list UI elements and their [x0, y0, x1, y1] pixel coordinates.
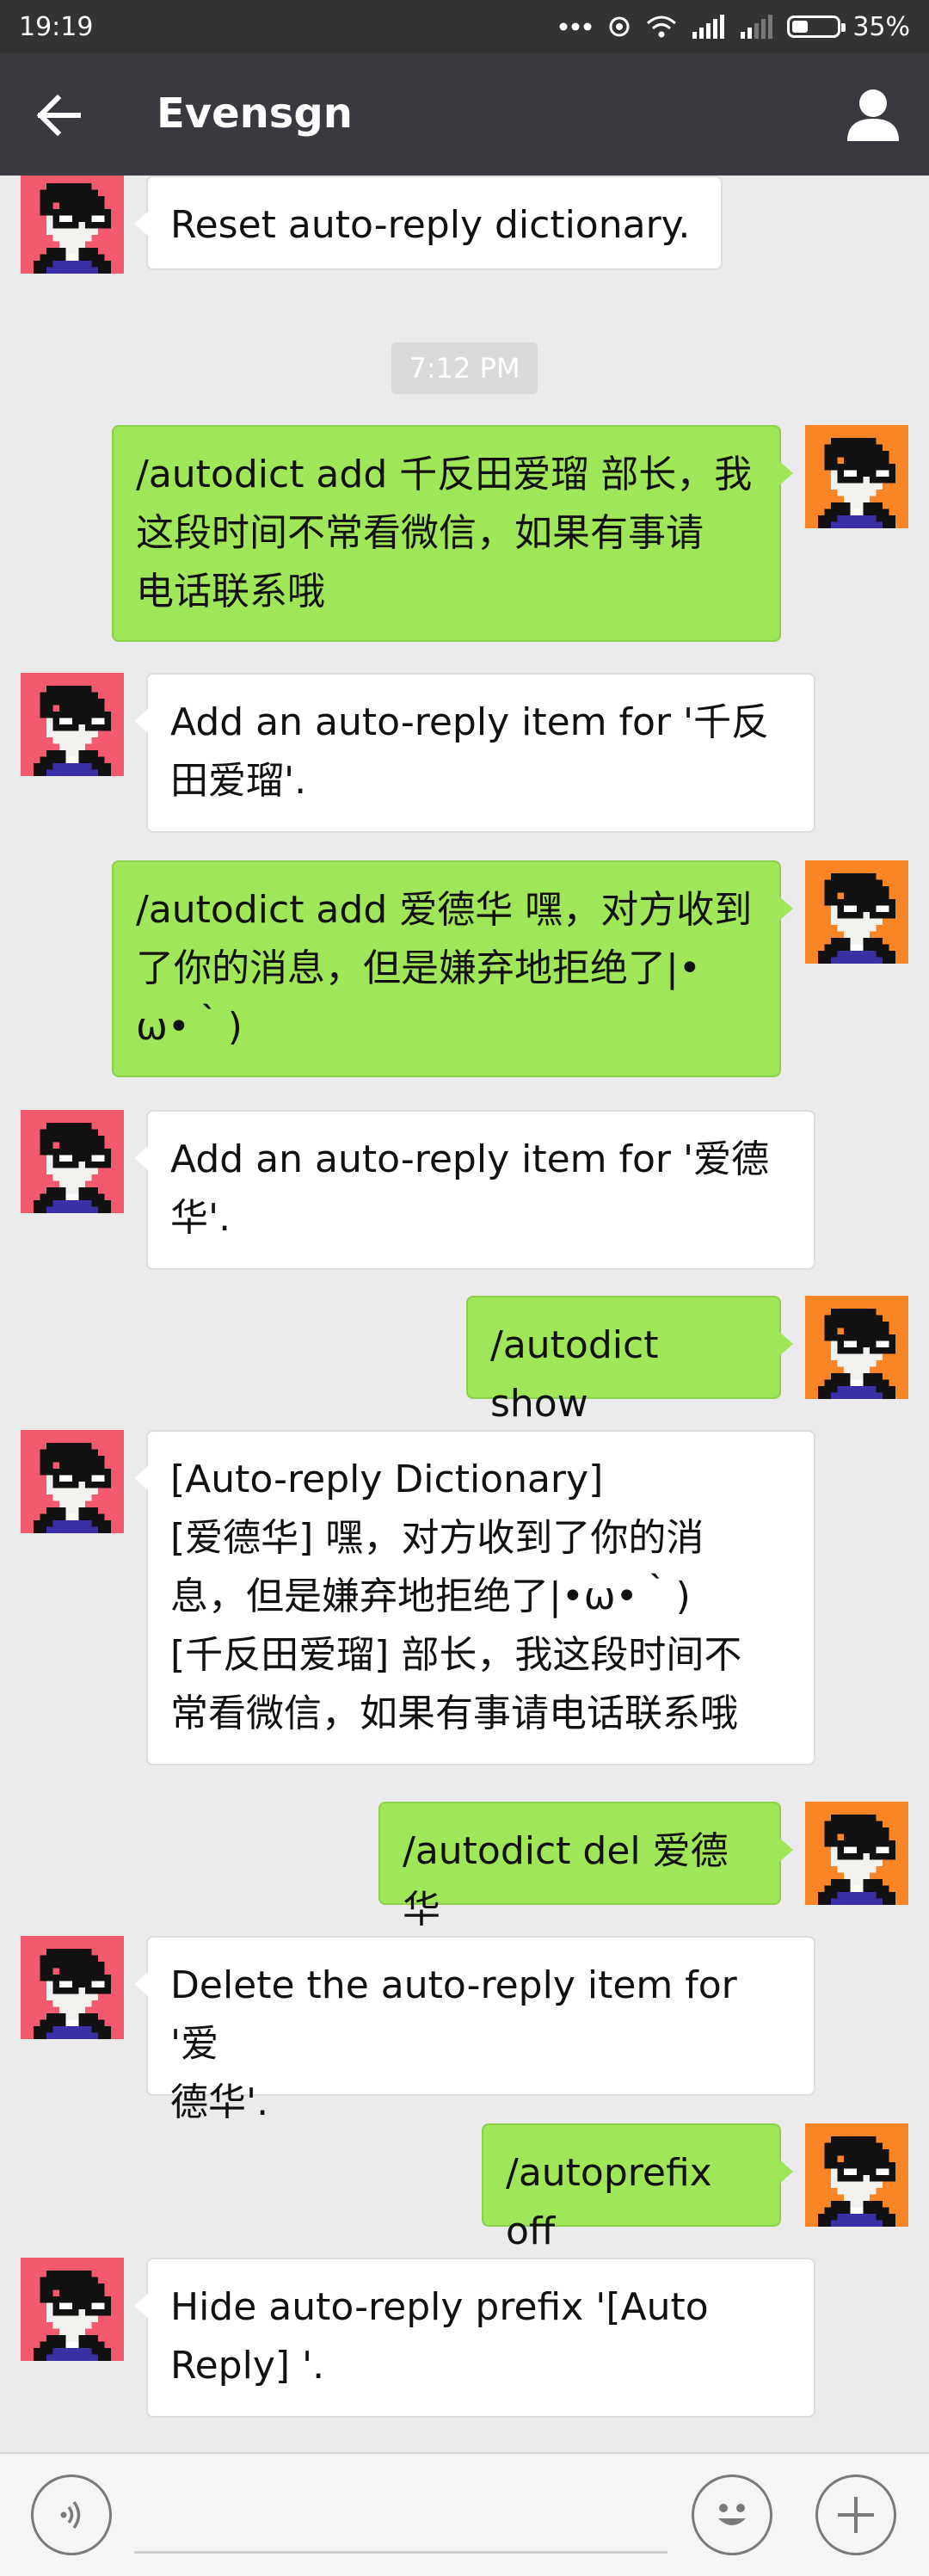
message-bubble[interactable]: [Auto-reply Dictionary] [爱德华] 嘿，对方收到了你的消… — [134, 1430, 815, 1766]
input-bar — [0, 2452, 929, 2576]
voice-icon — [60, 2500, 81, 2530]
timestamp-chip: 7:12 PM — [391, 342, 538, 394]
status-icons — [558, 14, 846, 40]
bot-avatar[interactable] — [21, 2258, 124, 2361]
status-right: 35% — [558, 12, 910, 42]
bot-avatar[interactable] — [21, 1936, 124, 2039]
user-icon — [847, 89, 899, 141]
bot-avatar[interactable] — [21, 673, 124, 776]
more-button[interactable] — [815, 2474, 896, 2555]
battery-fill — [792, 21, 809, 33]
user-avatar[interactable] — [805, 2123, 908, 2227]
message-bubble[interactable]: Hide auto-reply prefix '[Auto Reply] '. — [134, 2258, 815, 2418]
user-avatar[interactable] — [805, 860, 908, 964]
message-bubble[interactable]: Add an auto-reply item for '爱德 华'. — [134, 1110, 815, 1270]
profile-button[interactable] — [843, 84, 903, 145]
arrow-left-icon — [36, 95, 81, 136]
message-bubble[interactable]: /autodict show — [466, 1296, 793, 1426]
message-bubble[interactable]: Add an auto-reply item for '千反 田爱瑠'. — [134, 673, 815, 833]
bot-avatar[interactable] — [21, 176, 124, 274]
status-bar: 19:19 35% — [0, 0, 929, 53]
status-time: 19:19 — [19, 11, 94, 42]
message-bubble[interactable]: Reset auto-reply dictionary. — [134, 176, 723, 270]
bot-avatar[interactable] — [21, 1430, 124, 1533]
voice-button[interactable] — [31, 2474, 112, 2555]
message-bubble[interactable]: /autodict del 爱德华 — [378, 1802, 793, 1932]
emoji-icon — [718, 2504, 746, 2525]
bot-avatar[interactable] — [21, 1110, 124, 1213]
emoji-button[interactable] — [692, 2474, 772, 2555]
battery-icon — [787, 15, 846, 38]
signal-icon-2 — [741, 15, 773, 39]
plus-icon — [838, 2497, 874, 2533]
battery-tip — [841, 23, 846, 32]
message-input[interactable] — [134, 2480, 668, 2554]
message-bubble[interactable]: Delete the auto-reply item for '爱 德华'. — [134, 1936, 815, 2124]
chat-title: Evensgn — [157, 89, 353, 138]
more-dots-icon — [559, 22, 592, 31]
title-bar: Evensgn — [0, 53, 929, 176]
sync-icon — [609, 16, 630, 37]
back-button[interactable] — [33, 89, 84, 141]
user-avatar[interactable] — [805, 1296, 908, 1399]
user-avatar[interactable] — [805, 1802, 908, 1905]
message-bubble[interactable]: /autodict add 千反田爱瑠 部长，我 这段时间不常看微信，如果有事请… — [112, 425, 793, 642]
user-avatar[interactable] — [805, 425, 908, 528]
signal-icon — [692, 15, 725, 39]
wifi-icon — [647, 15, 677, 38]
message-bubble[interactable]: /autoprefix off — [482, 2123, 793, 2253]
chat-area[interactable]: 7:12 PM Reset auto-reply dictionary. /aut… — [0, 176, 929, 2452]
battery-percent: 35% — [852, 11, 910, 42]
message-bubble[interactable]: /autodict add 爱德华 嘿，对方收到 了你的消息，但是嫌弃地拒绝了|… — [112, 860, 793, 1077]
